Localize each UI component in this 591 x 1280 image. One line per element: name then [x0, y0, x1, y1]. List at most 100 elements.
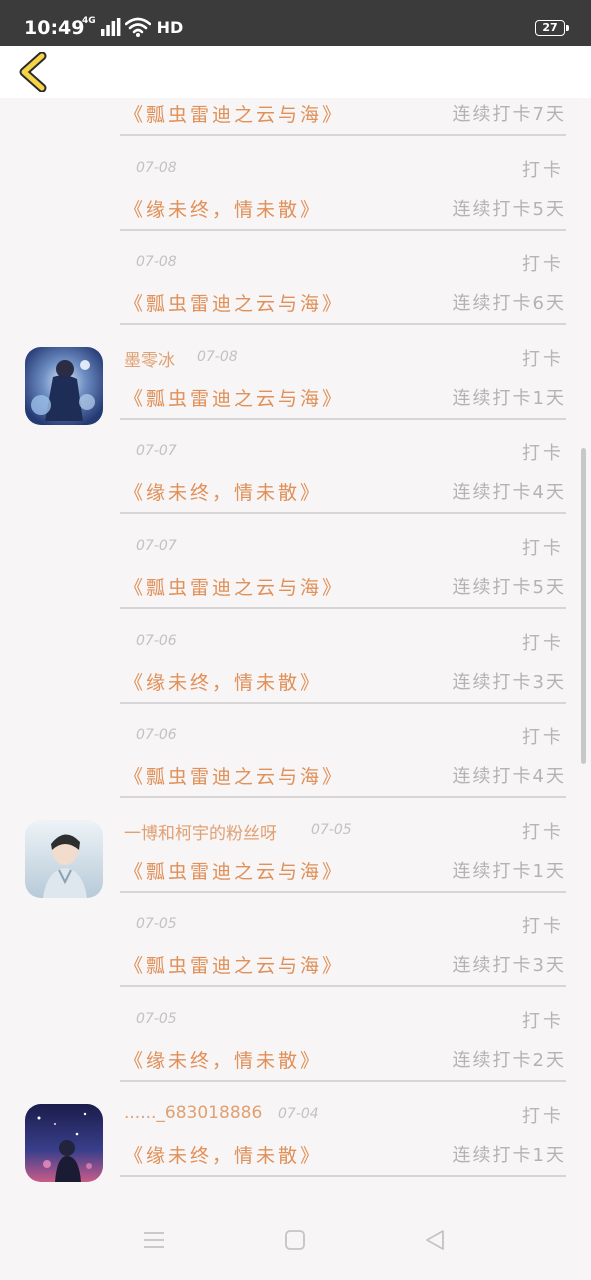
entry-header: 07-06 打卡 [124, 721, 566, 749]
checkin-date: 07-05 [136, 916, 177, 933]
network-type: 4G [82, 15, 96, 26]
entry-divider [120, 512, 566, 515]
username[interactable]: 墨零冰 [124, 346, 175, 371]
checkin-date: 07-08 [197, 348, 238, 365]
system-nav-bar [0, 1200, 591, 1280]
checkin-streak: 连续打卡3天 [452, 671, 566, 693]
checkin-streak: 连续打卡1天 [452, 387, 566, 409]
checkin-date: 07-04 [278, 1105, 319, 1122]
entry-header: 一博和柯宇的粉丝呀 07-05 打卡 [124, 816, 566, 844]
wifi-icon [124, 17, 151, 37]
home-button[interactable] [277, 1222, 313, 1258]
checkin-entry[interactable]: 07-08 打卡《缘未终，情未散》 连续打卡5天 [0, 140, 591, 235]
checkin-label: 打卡 [522, 254, 564, 276]
book-title-link[interactable]: 《瓢虫雷迪之云与海》 [124, 289, 344, 316]
entry-header: 07-07 打卡 [124, 532, 566, 559]
checkin-label: 打卡 [522, 1105, 564, 1127]
back-triangle-icon [426, 1230, 444, 1250]
checkin-entry[interactable]: 墨零冰 07-08 打卡《瓢虫雷迪之云与海》 连续打卡1天 [0, 329, 591, 425]
book-title-link[interactable]: 《瓢虫雷迪之云与海》 [124, 857, 344, 884]
checkin-streak: 连续打卡2天 [452, 1050, 566, 1071]
status-icons: 4G HD [82, 15, 184, 37]
book-title-link[interactable]: 《缘未终，情未散》 [124, 195, 322, 222]
checkin-streak: 连续打卡4天 [452, 482, 566, 504]
book-title-link[interactable]: 《瓢虫雷迪之云与海》 [124, 384, 344, 411]
checkin-streak: 连续打卡1天 [452, 1144, 566, 1166]
entry-divider [120, 1174, 566, 1177]
book-title-link[interactable]: 《缘未终，情未散》 [124, 668, 322, 695]
checkin-entry[interactable]: 《瓢虫雷迪之云与海》 连续打卡7天 [0, 98, 591, 140]
menu-button[interactable] [136, 1222, 172, 1258]
checkin-entry[interactable]: 一博和柯宇的粉丝呀 07-05 打卡《瓢虫雷迪之云与海》 连续打卡1天 [0, 802, 591, 898]
checkin-entry[interactable]: 07-06 打卡 《瓢虫雷迪之云与海》 连续打卡4天 [0, 707, 591, 802]
signal-icon [100, 18, 121, 36]
entry-divider [120, 323, 566, 326]
checkin-label: 打卡 [522, 538, 564, 559]
entry-header: ......_683018886 07-04 打卡 [124, 1100, 566, 1127]
chevron-left-icon [19, 52, 47, 92]
checkin-date: 07-05 [136, 1011, 177, 1027]
status-time: 10:49 [24, 17, 85, 39]
user-avatar[interactable] [25, 819, 103, 898]
entry-header: 07-06 打卡 [124, 627, 566, 654]
checkin-entry[interactable]: 07-07 打卡《缘未终，情未散》 连续打卡4天 [0, 423, 591, 518]
book-title-link[interactable]: 《缘未终，情未散》 [124, 1141, 322, 1168]
user-avatar[interactable] [25, 1103, 103, 1182]
book-title-link[interactable]: 《瓢虫雷迪之云与海》 [124, 951, 344, 978]
book-title-link[interactable]: 《缘未终，情未散》 [124, 478, 322, 505]
user-avatar[interactable] [25, 346, 103, 425]
checkin-label: 打卡 [522, 1011, 564, 1032]
entry-divider [120, 985, 566, 988]
checkin-entry[interactable]: 07-05 打卡《瓢虫雷迪之云与海》 连续打卡3天 [0, 896, 591, 991]
home-square-icon [285, 1230, 305, 1250]
checkin-streak: 连续打卡4天 [452, 766, 566, 788]
checkin-date: 07-08 [136, 159, 177, 176]
checkin-streak: 连续打卡1天 [452, 860, 566, 882]
checkin-entry[interactable]: ......_683018886 07-04 打卡《缘未终，情未散》 连续打卡1天 [0, 1086, 591, 1182]
checkin-streak: 连续打卡5天 [452, 577, 566, 598]
checkin-date: 07-06 [136, 632, 177, 649]
checkin-date: 07-05 [311, 821, 352, 838]
checkin-label: 打卡 [522, 348, 564, 370]
status-bar: 10:49 4G HD 27 [0, 0, 591, 46]
scrollbar[interactable] [581, 448, 586, 764]
checkin-date: 07-07 [136, 538, 177, 554]
book-title-link[interactable]: 《缘未终，情未散》 [124, 1046, 322, 1073]
entry-header: 07-05 打卡 [124, 910, 566, 938]
checkin-feed[interactable]: 《瓢虫雷迪之云与海》 连续打卡7天 07-08 打卡 《缘未终，情未散》 连续打卡5天 07… [0, 98, 591, 1200]
checkin-entry[interactable]: 07-05 打卡《缘未终，情未散》 连续打卡2天 [0, 991, 591, 1086]
checkin-label: 打卡 [522, 821, 564, 843]
checkin-entry[interactable]: 07-08 打卡 《瓢虫雷迪之云与海》 连续打卡6天 [0, 234, 591, 329]
back-button[interactable] [12, 50, 54, 94]
checkin-streak: 连续打卡7天 [452, 104, 566, 125]
checkin-label: 打卡 [522, 159, 564, 181]
username[interactable]: ......_683018886 [124, 1103, 262, 1123]
checkin-streak: 连续打卡6天 [452, 293, 566, 315]
top-bar [0, 46, 591, 98]
book-title-link[interactable]: 《瓢虫雷迪之云与海》 [124, 762, 344, 789]
checkin-label: 打卡 [522, 632, 564, 654]
entry-divider [120, 228, 566, 231]
menu-icon [144, 1232, 164, 1248]
checkin-label: 打卡 [522, 916, 564, 938]
checkin-entry[interactable]: 07-06 打卡《缘未终，情未散》 连续打卡3天 [0, 613, 591, 708]
wifi-hd-label: HD [156, 17, 184, 37]
checkin-streak: 连续打卡5天 [452, 198, 566, 220]
username[interactable]: 一博和柯宇的粉丝呀 [124, 819, 277, 844]
book-title-link[interactable]: 《瓢虫雷迪之云与海》 [124, 573, 344, 600]
battery-level: 27 [542, 21, 558, 34]
checkin-streak: 连续打卡3天 [452, 955, 566, 977]
entry-divider [120, 701, 566, 704]
system-back-button[interactable] [417, 1222, 453, 1258]
entry-divider [120, 1080, 566, 1082]
entry-divider [120, 134, 566, 136]
checkin-label: 打卡 [522, 727, 564, 749]
book-title-link[interactable]: 《瓢虫雷迪之云与海》 [124, 100, 344, 127]
checkin-label: 打卡 [522, 443, 564, 465]
entry-divider [120, 417, 566, 420]
entry-header: 07-05 打卡 [124, 1005, 566, 1032]
checkin-date: 07-07 [136, 443, 177, 460]
entry-header: 墨零冰 07-08 打卡 [124, 343, 566, 371]
checkin-entry[interactable]: 07-07 打卡《瓢虫雷迪之云与海》 连续打卡5天 [0, 518, 591, 613]
battery-icon: 27 [535, 20, 569, 36]
